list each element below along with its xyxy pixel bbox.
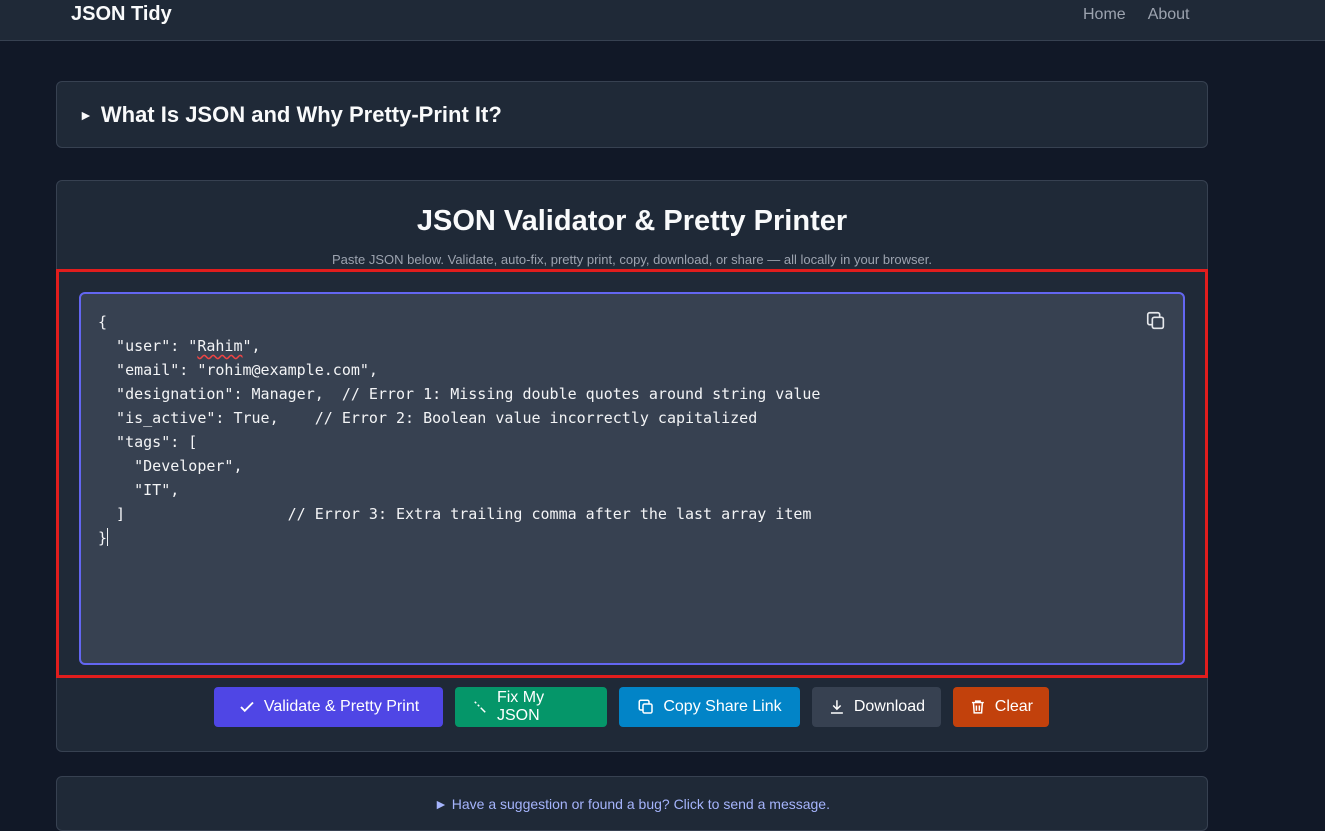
nav-link-about[interactable]: About xyxy=(1148,6,1190,24)
code-line: "IT", xyxy=(98,481,180,499)
feedback-card[interactable]: ► Have a suggestion or found a bug? Clic… xyxy=(56,776,1208,831)
copy-share-link-button[interactable]: Copy Share Link xyxy=(619,687,800,727)
text-caret xyxy=(107,528,109,546)
feedback-link[interactable]: ► Have a suggestion or found a bug? Clic… xyxy=(57,796,1207,812)
copy-icon[interactable] xyxy=(1145,310,1167,332)
json-input-editor[interactable]: { "user": "Rahim", "email": "rohim@examp… xyxy=(79,292,1185,665)
json-input-text[interactable]: { "user": "Rahim", "email": "rohim@examp… xyxy=(98,310,820,550)
faq-card[interactable]: ► What Is JSON and Why Pretty-Print It? xyxy=(56,81,1208,148)
validate-button[interactable]: Validate & Pretty Print xyxy=(214,687,443,727)
code-line: ] // Error 3: Extra trailing comma after… xyxy=(98,505,812,523)
disclosure-triangle-icon: ► xyxy=(79,107,93,123)
trash-icon xyxy=(971,700,984,714)
clear-button-label: Clear xyxy=(994,698,1033,715)
page-title: JSON Validator & Pretty Printer xyxy=(416,205,848,237)
navbar: JSON Tidy Home About xyxy=(0,0,1325,41)
action-buttons: Validate & Pretty Print Fix My JSON Copy… xyxy=(214,687,1049,727)
nav-links: Home About xyxy=(1083,6,1190,24)
nav-link-home[interactable]: Home xyxy=(1083,6,1126,24)
brand-logo-text[interactable]: JSON Tidy xyxy=(71,3,172,26)
copy-link-icon xyxy=(638,699,654,714)
code-line: "user": "Rahim", xyxy=(98,337,261,355)
faq-summary[interactable]: ► What Is JSON and Why Pretty-Print It? xyxy=(79,102,502,128)
clear-button[interactable]: Clear xyxy=(953,687,1049,727)
faq-title: What Is JSON and Why Pretty-Print It? xyxy=(100,102,502,127)
copy-share-link-label: Copy Share Link xyxy=(663,698,782,715)
validate-button-label: Validate & Pretty Print xyxy=(263,698,420,715)
spellcheck-word: Rahim xyxy=(197,337,243,355)
fix-json-button-label: Fix My JSON xyxy=(496,689,545,724)
code-line: { xyxy=(98,313,108,331)
download-button[interactable]: Download xyxy=(812,687,941,727)
code-line: } xyxy=(98,529,108,547)
download-icon xyxy=(830,700,843,714)
page-subtitle: Paste JSON below. Validate, auto-fix, pr… xyxy=(332,252,932,267)
fix-json-button[interactable]: Fix My JSON xyxy=(455,687,607,727)
wrench-icon xyxy=(474,701,486,713)
code-line: "designation": Manager, // Error 1: Miss… xyxy=(98,385,821,403)
code-line: "Developer", xyxy=(98,457,243,475)
code-line: "tags": [ xyxy=(98,433,198,451)
code-line: "is_active": True, // Error 2: Boolean v… xyxy=(98,409,758,427)
code-line: "email": "rohim@example.com", xyxy=(98,361,378,379)
download-button-label: Download xyxy=(853,698,925,715)
checkmark-icon xyxy=(240,701,254,713)
